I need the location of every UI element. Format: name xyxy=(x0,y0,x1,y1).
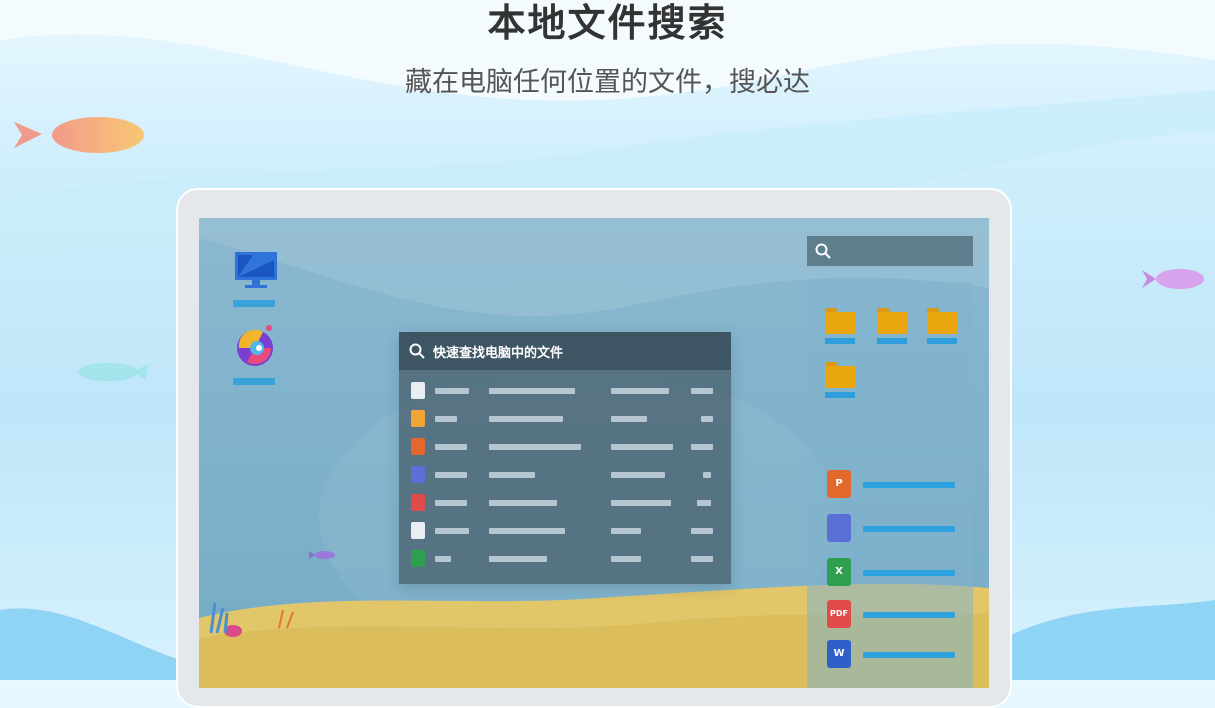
file-name-placeholder xyxy=(435,472,467,478)
file-meta-placeholder xyxy=(489,416,563,422)
excel-icon[interactable]: X xyxy=(827,558,851,586)
file-name-placeholder xyxy=(435,444,467,450)
file-name-placeholder xyxy=(863,612,955,618)
excel-icon xyxy=(411,550,425,567)
file-meta-placeholder xyxy=(611,556,641,562)
folder-icon[interactable] xyxy=(927,308,957,334)
folder-label xyxy=(825,392,855,398)
orange-fish-illustration xyxy=(14,117,144,153)
file-meta-placeholder xyxy=(691,444,713,450)
search-result-row[interactable] xyxy=(411,410,723,430)
file-meta-placeholder xyxy=(489,500,557,506)
page-title: 本地文件搜索 xyxy=(487,1,728,45)
powerpoint-icon[interactable]: P xyxy=(827,470,851,498)
desktop-icon-label xyxy=(233,300,275,307)
folder-label xyxy=(825,338,855,344)
recent-files-panel: P X PDF W xyxy=(807,454,973,688)
folder-panel xyxy=(807,282,973,432)
folder-label xyxy=(927,338,957,344)
file-name-placeholder xyxy=(863,526,955,532)
folder-label xyxy=(877,338,907,344)
folder-icon[interactable] xyxy=(825,362,855,388)
file-meta-placeholder xyxy=(691,556,713,562)
document-icon xyxy=(411,522,425,539)
purple-fish-illustration xyxy=(1142,269,1204,289)
file-meta-placeholder xyxy=(489,528,565,534)
folder-icon[interactable] xyxy=(877,308,907,334)
search-result-row[interactable] xyxy=(411,494,723,514)
file-meta-placeholder xyxy=(697,500,711,506)
search-result-row[interactable] xyxy=(411,382,723,402)
search-result-row[interactable] xyxy=(411,466,723,486)
file-meta-placeholder xyxy=(489,472,535,478)
folder-icon xyxy=(411,410,425,427)
file-meta-placeholder xyxy=(691,528,713,534)
colorful-app-logo-icon xyxy=(237,325,273,366)
desktop-icon-computer[interactable] xyxy=(233,250,279,307)
file-meta-placeholder xyxy=(703,472,711,478)
file-meta-placeholder xyxy=(611,444,673,450)
file-search-window: 快速查找电脑中的文件 xyxy=(399,332,731,584)
teal-fish-illustration xyxy=(78,363,148,381)
file-meta-placeholder xyxy=(701,416,713,422)
file-name-placeholder xyxy=(863,570,955,576)
desktop-search-box[interactable] xyxy=(807,236,973,266)
file-meta-placeholder xyxy=(611,472,665,478)
file-meta-placeholder xyxy=(611,528,641,534)
file-meta-placeholder xyxy=(611,416,647,422)
file-meta-placeholder xyxy=(489,556,547,562)
file-name-placeholder xyxy=(863,482,955,488)
file-meta-placeholder xyxy=(489,444,581,450)
page-subtitle: 藏在电脑任何位置的文件，搜必达 xyxy=(405,67,810,98)
monitor-icon xyxy=(235,252,277,288)
pdf-icon xyxy=(411,494,425,511)
search-result-row[interactable] xyxy=(411,522,723,542)
small-purple-fish xyxy=(309,551,335,559)
file-name-placeholder xyxy=(435,556,451,562)
search-result-row[interactable] xyxy=(411,550,723,570)
file-name-placeholder xyxy=(435,500,467,506)
file-name-placeholder xyxy=(863,652,955,658)
file-meta-placeholder xyxy=(489,388,575,394)
file-meta-placeholder xyxy=(691,388,713,394)
laptop-screen: 快速查找电脑中的文件 P X PDF W xyxy=(199,218,989,688)
document-icon xyxy=(411,382,425,399)
desktop-icon-label xyxy=(233,378,275,385)
search-window-header[interactable]: 快速查找电脑中的文件 xyxy=(399,332,731,370)
word-icon[interactable]: W xyxy=(827,640,851,668)
file-name-placeholder xyxy=(435,528,469,534)
folder-icon[interactable] xyxy=(825,308,855,334)
image-icon[interactable] xyxy=(827,514,851,542)
file-meta-placeholder xyxy=(611,500,671,506)
file-meta-placeholder xyxy=(611,388,669,394)
file-name-placeholder xyxy=(435,416,457,422)
search-window-title: 快速查找电脑中的文件 xyxy=(433,345,564,361)
powerpoint-icon xyxy=(411,438,425,455)
search-result-row[interactable] xyxy=(411,438,723,458)
image-icon xyxy=(411,466,425,483)
desktop-icon-app[interactable] xyxy=(233,322,279,385)
search-icon xyxy=(409,343,425,359)
search-icon xyxy=(815,243,831,259)
file-name-placeholder xyxy=(435,388,469,394)
pdf-icon[interactable]: PDF xyxy=(827,600,851,628)
